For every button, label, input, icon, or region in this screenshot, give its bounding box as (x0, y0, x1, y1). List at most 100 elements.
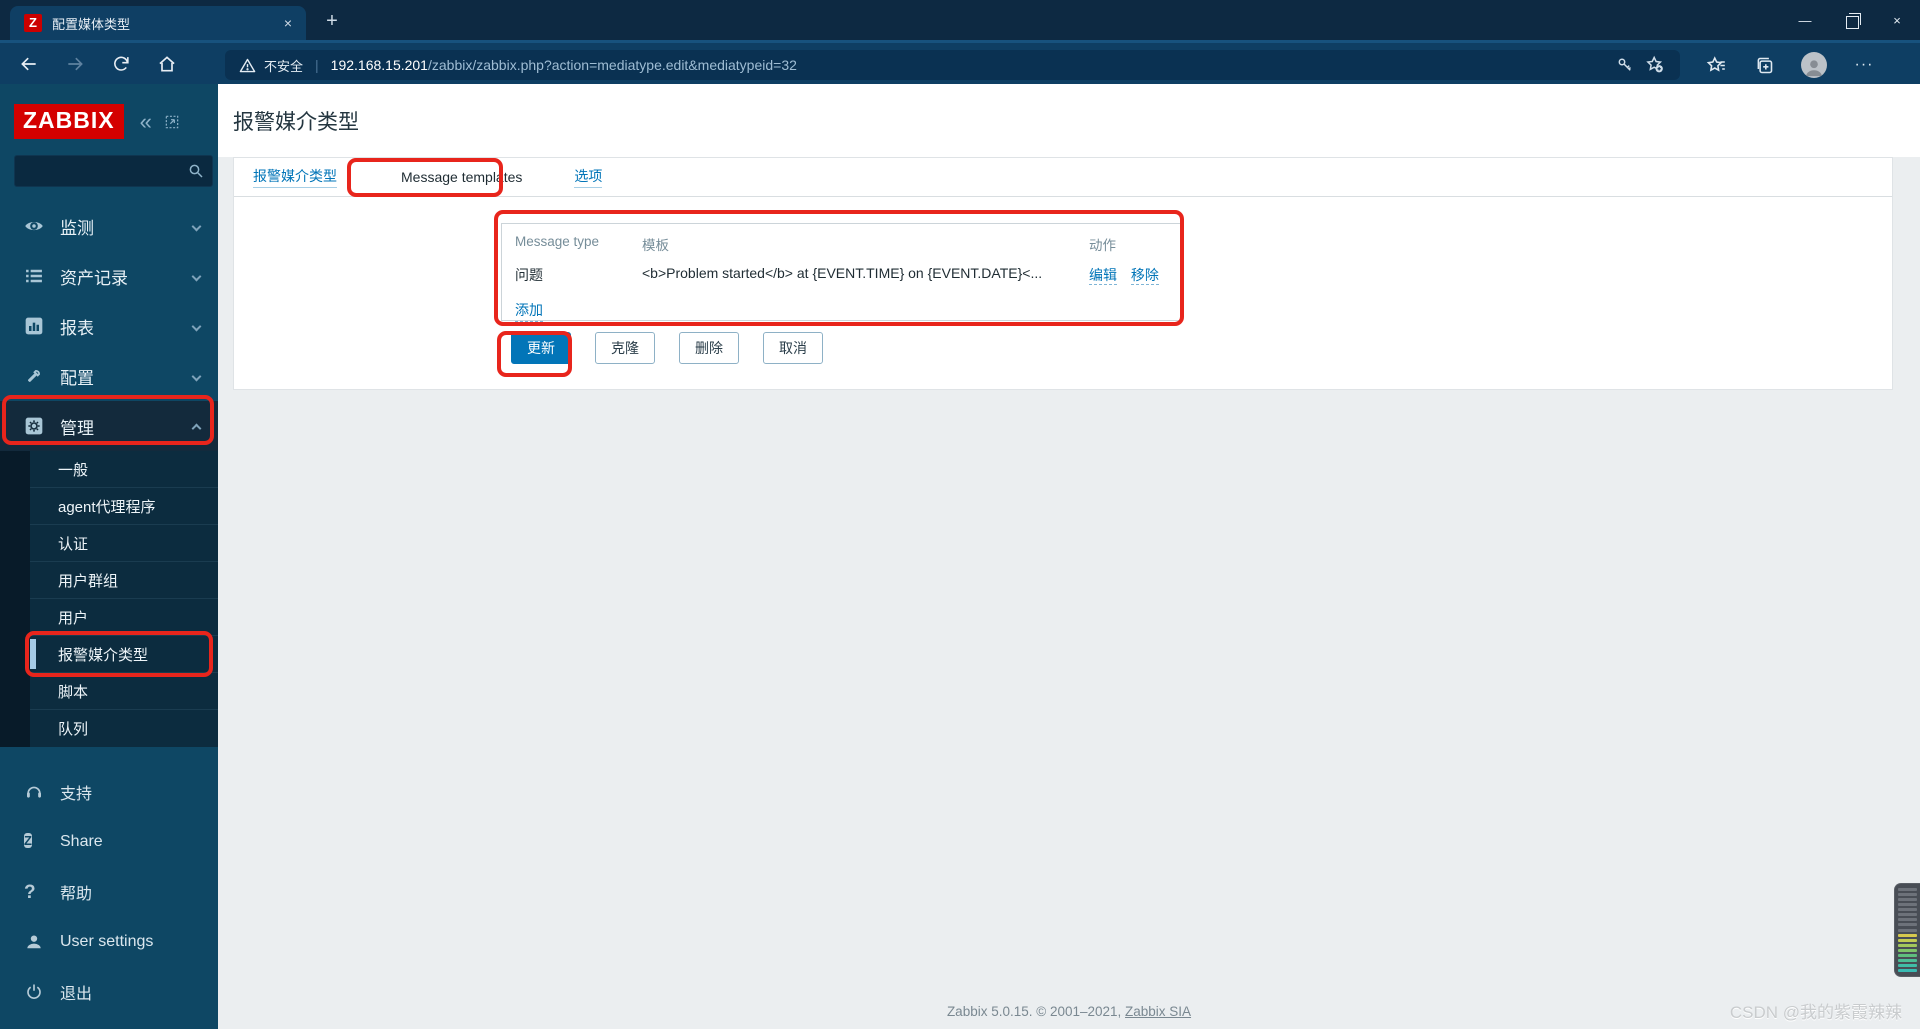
sidebar-item-label: 监测 (60, 218, 94, 238)
browser-tab[interactable]: Z 配置媒体类型 × (10, 6, 306, 40)
url-host[interactable]: 192.168.15.201 (331, 57, 428, 73)
message-templates-table: Message type 模板 动作 问题 <b>Problem started… (501, 223, 1181, 322)
sidebar-footer-menu: 支持 Z Share ? 帮助 User settings 退出 (0, 767, 218, 1017)
list-icon (24, 266, 44, 286)
submenu-item-media-types[interactable]: 报警媒介类型 (30, 636, 218, 673)
window-close-button[interactable]: × (1874, 0, 1920, 40)
form-tabs: 报警媒介类型 Message templates 选项 (234, 158, 1892, 197)
submenu-label: 用户群组 (58, 572, 119, 590)
back-icon[interactable] (12, 47, 46, 81)
tab-close-icon[interactable]: × (280, 15, 296, 31)
submenu-label: agent代理程序 (58, 498, 156, 516)
update-button[interactable]: 更新 (511, 332, 571, 364)
edit-link[interactable]: 编辑 (1089, 267, 1117, 285)
zabbix-footer: Zabbix 5.0.15. © 2001–2021, Zabbix SIA (218, 1004, 1920, 1019)
add-link[interactable]: 添加 (515, 300, 543, 322)
table-header-row: Message type 模板 动作 (515, 234, 1167, 254)
tab-options[interactable]: 选项 (574, 166, 603, 188)
avatar-icon (1801, 52, 1827, 78)
sidebar-item-label: User settings (60, 933, 154, 950)
window-minimize-button[interactable]: — (1782, 0, 1828, 40)
submenu-item-user-groups[interactable]: 用户群组 (30, 562, 218, 599)
chevron-down-icon (191, 371, 202, 381)
delete-button[interactable]: 删除 (679, 332, 739, 364)
sidebar-collapse-icon[interactable]: « (140, 110, 152, 132)
browser-tab-title: 配置媒体类型 (52, 16, 131, 32)
submenu-label: 一般 (58, 461, 89, 479)
not-secure-label[interactable]: 不安全 (264, 56, 303, 75)
address-bar[interactable]: 不安全 | 192.168.15.201 /zabbix/zabbix.php?… (225, 50, 1680, 80)
sidebar-item-user-settings[interactable]: User settings (0, 917, 218, 967)
sidebar: ZABBIX « 监测 资产记录 报表 配置 管理 一般 agent代理程序 认… (0, 84, 218, 1029)
column-action: 动作 (1089, 238, 1116, 253)
refresh-icon[interactable] (104, 47, 138, 81)
zabbix-sia-link[interactable]: Zabbix SIA (1125, 1004, 1191, 1019)
footer-copyright: Zabbix 5.0.15. © 2001–2021, (946, 1004, 1126, 1019)
sidebar-item-label: 退出 (60, 986, 93, 1003)
page-title: 报警媒介类型 (233, 110, 359, 134)
question-mark-icon: ? (24, 882, 36, 903)
submenu-item-queue[interactable]: 队列 (30, 710, 218, 747)
password-key-icon[interactable] (1610, 50, 1640, 80)
submenu-label: 脚本 (58, 683, 89, 701)
submenu-item-general[interactable]: 一般 (30, 451, 218, 488)
tab-media-type[interactable]: 报警媒介类型 (253, 166, 337, 188)
sidebar-item-label: 支持 (60, 786, 93, 803)
column-template: 模板 (642, 238, 669, 253)
not-secure-warning-icon (239, 57, 256, 74)
url-path[interactable]: /zabbix/zabbix.php?action=mediatype.edit… (428, 57, 797, 73)
browser-extension-slider[interactable] (1894, 883, 1920, 977)
sidebar-item-help[interactable]: ? 帮助 (0, 867, 218, 917)
chevron-down-icon (191, 271, 202, 281)
favorites-icon[interactable] (1700, 50, 1732, 80)
zabbix-logo[interactable]: ZABBIX (14, 104, 124, 139)
sidebar-item-share[interactable]: Z Share (0, 817, 218, 867)
headset-icon (24, 782, 44, 802)
browser-toolbar: 不安全 | 192.168.15.201 /zabbix/zabbix.php?… (0, 40, 1920, 84)
submenu-label: 认证 (58, 535, 89, 553)
submenu-item-proxies[interactable]: agent代理程序 (30, 488, 218, 525)
forward-icon[interactable] (58, 47, 92, 81)
window-controls: — × (1782, 0, 1920, 40)
search-input[interactable] (14, 155, 213, 187)
message-type-cell: 问题 (515, 267, 543, 283)
submenu-label: 队列 (58, 721, 89, 738)
user-icon (24, 932, 44, 952)
tab-message-templates[interactable]: Message templates (401, 169, 522, 186)
gear-icon (24, 416, 44, 436)
sidebar-item-configuration[interactable]: 配置 (0, 351, 218, 401)
remove-link[interactable]: 移除 (1130, 267, 1159, 285)
cancel-button[interactable]: 取消 (763, 332, 823, 364)
collections-icon[interactable] (1748, 50, 1780, 80)
window-restore-button[interactable] (1828, 0, 1874, 40)
home-icon[interactable] (150, 47, 184, 81)
add-favorite-star-icon[interactable] (1640, 50, 1670, 80)
sidebar-item-monitoring[interactable]: 监测 (0, 201, 218, 251)
sidebar-item-sign-out[interactable]: 退出 (0, 967, 218, 1017)
browser-menu-icon[interactable]: ··· (1848, 50, 1880, 80)
submenu-label: 用户 (58, 609, 89, 627)
new-tab-button[interactable]: + (318, 8, 346, 36)
sidebar-item-label: 帮助 (60, 886, 93, 903)
table-row: 问题 <b>Problem started</b> at {EVENT.TIME… (515, 265, 1167, 285)
zabbix-favicon-icon: Z (24, 14, 42, 32)
sidebar-expand-icon[interactable] (164, 114, 180, 130)
submenu-item-users[interactable]: 用户 (30, 599, 218, 636)
submenu-item-scripts[interactable]: 脚本 (30, 673, 218, 710)
sidebar-item-support[interactable]: 支持 (0, 767, 218, 817)
sidebar-item-reports[interactable]: 报表 (0, 301, 218, 351)
browser-titlebar: Z 配置媒体类型 × + — × (0, 0, 1920, 40)
sidebar-item-inventory[interactable]: 资产记录 (0, 251, 218, 301)
power-icon (24, 982, 44, 1002)
administration-submenu: 一般 agent代理程序 认证 用户群组 用户 报警媒介类型 脚本 队列 (0, 451, 218, 747)
sidebar-item-label: 管理 (60, 418, 94, 438)
main-content: 报警媒介类型 报警媒介类型 Message templates 选项 Messa… (218, 84, 1920, 1029)
restore-icon (1845, 12, 1861, 29)
search-icon (187, 162, 205, 180)
sidebar-item-administration[interactable]: 管理 (0, 401, 218, 451)
profile-avatar[interactable] (1798, 50, 1830, 80)
submenu-item-authentication[interactable]: 认证 (30, 525, 218, 562)
media-type-form-card: 报警媒介类型 Message templates 选项 Message type… (233, 157, 1893, 390)
clone-button[interactable]: 克隆 (595, 332, 655, 364)
submenu-label: 报警媒介类型 (58, 646, 149, 664)
